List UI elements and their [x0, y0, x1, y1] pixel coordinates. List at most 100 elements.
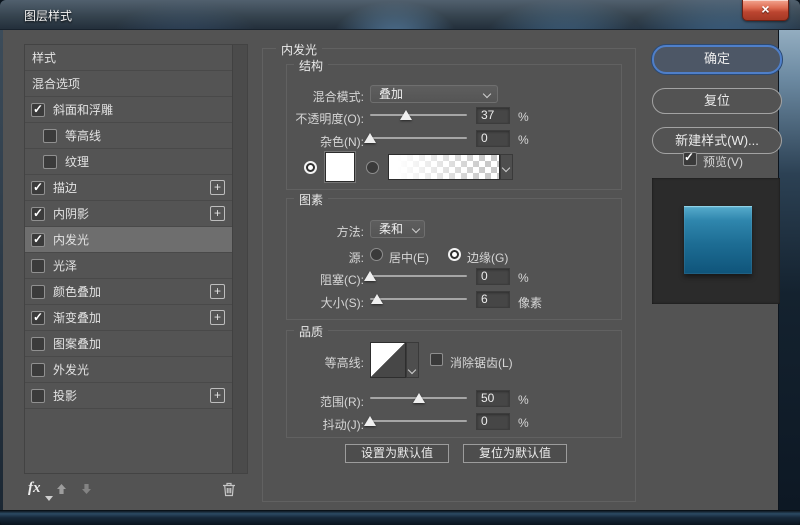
choke-label: 阻塞(C):: [250, 271, 364, 288]
add-effect-icon[interactable]: +: [210, 388, 225, 403]
effect-checkbox[interactable]: ✓: [31, 181, 45, 195]
sidebar-item-12[interactable]: ✓ 外发光: [25, 357, 232, 383]
check-icon: ✓: [33, 102, 43, 116]
sidebar-item-label: 渐变叠加: [53, 309, 101, 326]
effect-checkbox[interactable]: ✓: [31, 259, 45, 273]
reset-button[interactable]: 复位: [652, 88, 782, 114]
choke-value[interactable]: 0: [476, 268, 510, 285]
source-center-radio[interactable]: [370, 248, 383, 261]
effect-checkbox[interactable]: ✓: [31, 311, 45, 325]
title-bar[interactable]: 图层样式 ×: [0, 0, 800, 30]
sidebar-item-11[interactable]: ✓ 图案叠加: [25, 331, 232, 357]
range-value[interactable]: 50: [476, 390, 510, 407]
antialias-checkbox[interactable]: ✓: [430, 353, 443, 366]
glow-gradient-swatch[interactable]: [388, 154, 500, 180]
sidebar-item-label: 外发光: [53, 361, 89, 378]
blend-mode-label: 混合模式:: [250, 88, 364, 105]
ok-button[interactable]: 确定: [652, 45, 782, 74]
style-list: 样式混合选项✓斜面和浮雕✓等高线✓纹理✓描边+✓内阴影+✓内发光✓光泽✓颜色叠加…: [25, 45, 232, 409]
sidebar-item-5[interactable]: ✓ 描边 +: [25, 175, 232, 201]
effect-checkbox[interactable]: ✓: [31, 363, 45, 377]
opacity-slider[interactable]: [370, 106, 467, 124]
sidebar-item-13[interactable]: ✓投影+: [25, 383, 232, 409]
technique-value: 柔和: [379, 222, 403, 236]
sidebar-item-label: 内阴影: [53, 205, 89, 222]
sidebar-item-8[interactable]: ✓光泽: [25, 253, 232, 279]
sidebar-item-1[interactable]: 混合选项: [25, 71, 232, 97]
size-unit: 像素: [518, 294, 542, 311]
style-list-scrollbar[interactable]: [232, 45, 247, 473]
range-slider[interactable]: [370, 389, 467, 407]
blend-mode-select[interactable]: 叠加: [370, 85, 498, 103]
sidebar-item-label: 斜面和浮雕: [53, 101, 113, 118]
add-effect-icon[interactable]: +: [210, 284, 225, 299]
window-title: 图层样式: [24, 7, 72, 24]
jitter-slider[interactable]: [370, 412, 467, 430]
sidebar-item-10[interactable]: ✓ 渐变叠加 +: [25, 305, 232, 331]
slider-thumb[interactable]: [364, 416, 376, 426]
preview-checkbox[interactable]: ✓: [683, 152, 697, 166]
chevron-down-icon: [483, 90, 491, 98]
contour-thumbnail[interactable]: [370, 342, 406, 378]
slider-thumb[interactable]: [364, 271, 376, 281]
delete-effect-icon[interactable]: [221, 481, 237, 503]
fx-menu-caret-icon[interactable]: [45, 496, 53, 501]
sidebar-item-label: 图案叠加: [53, 335, 101, 352]
size-slider[interactable]: [370, 290, 467, 308]
slider-thumb[interactable]: [400, 110, 412, 120]
move-effect-up-icon[interactable]: [55, 482, 68, 501]
size-value[interactable]: 6: [476, 291, 510, 308]
choke-slider[interactable]: [370, 267, 467, 285]
effect-checkbox[interactable]: ✓: [31, 389, 45, 403]
source-edge-label: 边缘(G): [467, 249, 517, 266]
gradient-picker-button[interactable]: [500, 154, 513, 180]
technique-select[interactable]: 柔和: [370, 220, 425, 238]
effect-checkbox[interactable]: ✓: [31, 337, 45, 351]
add-effect-icon[interactable]: +: [210, 206, 225, 221]
fill-color-radio[interactable]: [304, 161, 317, 174]
preview-label: 预览(V): [703, 153, 763, 170]
check-icon: ✓: [684, 150, 694, 164]
chevron-down-icon: [502, 164, 510, 172]
fx-icon[interactable]: fx: [28, 480, 41, 497]
sidebar-item-3[interactable]: ✓等高线: [25, 123, 232, 149]
effect-checkbox[interactable]: ✓: [31, 233, 45, 247]
sidebar-item-2[interactable]: ✓ 斜面和浮雕: [25, 97, 232, 123]
sidebar-item-7[interactable]: ✓内发光: [25, 227, 232, 253]
check-icon: ✓: [33, 310, 43, 324]
slider-thumb[interactable]: [364, 133, 376, 143]
contour-picker-button[interactable]: [406, 342, 419, 378]
source-edge-radio[interactable]: [448, 248, 461, 261]
add-effect-icon[interactable]: +: [210, 180, 225, 195]
noise-slider[interactable]: [370, 129, 467, 147]
slider-thumb[interactable]: [371, 294, 383, 304]
opacity-value[interactable]: 37: [476, 107, 510, 124]
effect-checkbox[interactable]: ✓: [31, 207, 45, 221]
noise-value[interactable]: 0: [476, 130, 510, 147]
reset-default-button[interactable]: 复位为默认值: [463, 444, 567, 463]
sidebar-item-0[interactable]: 样式: [25, 45, 232, 71]
slider-thumb[interactable]: [413, 393, 425, 403]
contour-label: 等高线:: [250, 354, 364, 371]
jitter-value[interactable]: 0: [476, 413, 510, 430]
quality-legend: 品质: [294, 323, 328, 340]
effect-checkbox[interactable]: ✓: [43, 129, 57, 143]
effect-checkbox[interactable]: ✓: [31, 103, 45, 117]
move-effect-down-icon[interactable]: [80, 482, 93, 501]
noise-label: 杂色(N):: [250, 133, 364, 150]
effect-checkbox[interactable]: ✓: [31, 285, 45, 299]
slider-track: [370, 298, 467, 300]
new-style-button[interactable]: 新建样式(W)...: [652, 127, 782, 154]
add-effect-icon[interactable]: +: [210, 310, 225, 325]
antialias-label: 消除锯齿(L): [450, 354, 540, 371]
slider-track: [370, 420, 467, 422]
glow-color-swatch[interactable]: [325, 152, 355, 182]
sidebar-item-9[interactable]: ✓颜色叠加+: [25, 279, 232, 305]
fill-gradient-radio[interactable]: [366, 161, 379, 174]
sidebar-item-4[interactable]: ✓纹理: [25, 149, 232, 175]
make-default-button[interactable]: 设置为默认值: [345, 444, 449, 463]
sidebar-item-6[interactable]: ✓ 内阴影 +: [25, 201, 232, 227]
sidebar-item-label: 描边: [53, 179, 77, 196]
close-button[interactable]: ×: [742, 0, 789, 21]
effect-checkbox[interactable]: ✓: [43, 155, 57, 169]
